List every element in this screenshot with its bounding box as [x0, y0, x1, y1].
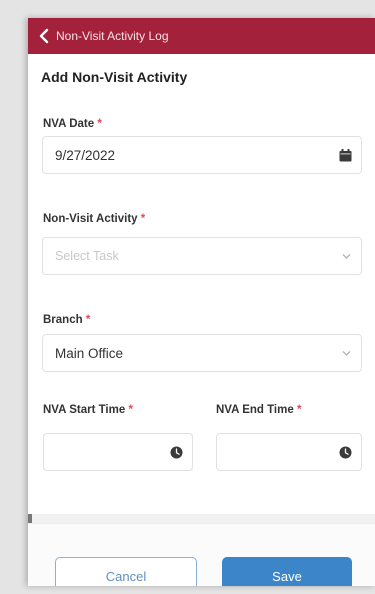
required-marker: * — [128, 404, 133, 416]
chevron-left-icon[interactable] — [37, 28, 51, 44]
chevron-down-icon — [342, 254, 351, 259]
clock-icon[interactable] — [170, 446, 183, 459]
nva-date-label: NVA Date * — [43, 118, 102, 130]
activity-label-text: Non-Visit Activity — [43, 213, 138, 225]
activity-label: Non-Visit Activity * — [43, 213, 145, 225]
footer-action-bar: Cancel Save — [28, 523, 375, 586]
top-navigation-bar: Non-Visit Activity Log — [28, 18, 375, 54]
section-title: Add Non-Visit Activity — [41, 69, 188, 85]
required-marker: * — [85, 314, 91, 326]
branch-value: Main Office — [55, 345, 124, 361]
branch-label-text: Branch — [43, 314, 83, 326]
required-marker: * — [140, 213, 146, 225]
activity-placeholder: Select Task — [55, 249, 119, 263]
branch-select[interactable]: Main Office — [42, 334, 362, 372]
chevron-down-icon — [342, 351, 351, 356]
cancel-button[interactable]: Cancel — [55, 557, 197, 586]
start-time-field[interactable] — [43, 433, 193, 471]
start-time-label: NVA Start Time * — [43, 404, 133, 416]
branch-label: Branch * — [43, 314, 90, 326]
start-time-label-text: NVA Start Time — [43, 404, 126, 416]
app-screen: Non-Visit Activity Log Add Non-Visit Act… — [28, 18, 375, 586]
calendar-icon[interactable] — [339, 149, 352, 162]
end-time-field[interactable] — [216, 433, 362, 471]
nva-date-value: 9/27/2022 — [55, 147, 116, 163]
header-title[interactable]: Non-Visit Activity Log — [56, 29, 169, 43]
clock-icon[interactable] — [339, 446, 352, 459]
nva-date-field[interactable]: 9/27/2022 — [42, 136, 362, 174]
nva-date-label-text: NVA Date — [43, 118, 95, 130]
end-time-label: NVA End Time * — [216, 404, 301, 416]
required-marker: * — [97, 118, 102, 130]
end-time-label-text: NVA End Time — [216, 404, 294, 416]
activity-select[interactable]: Select Task — [42, 237, 362, 275]
save-button[interactable]: Save — [222, 557, 352, 586]
required-marker: * — [296, 404, 302, 416]
